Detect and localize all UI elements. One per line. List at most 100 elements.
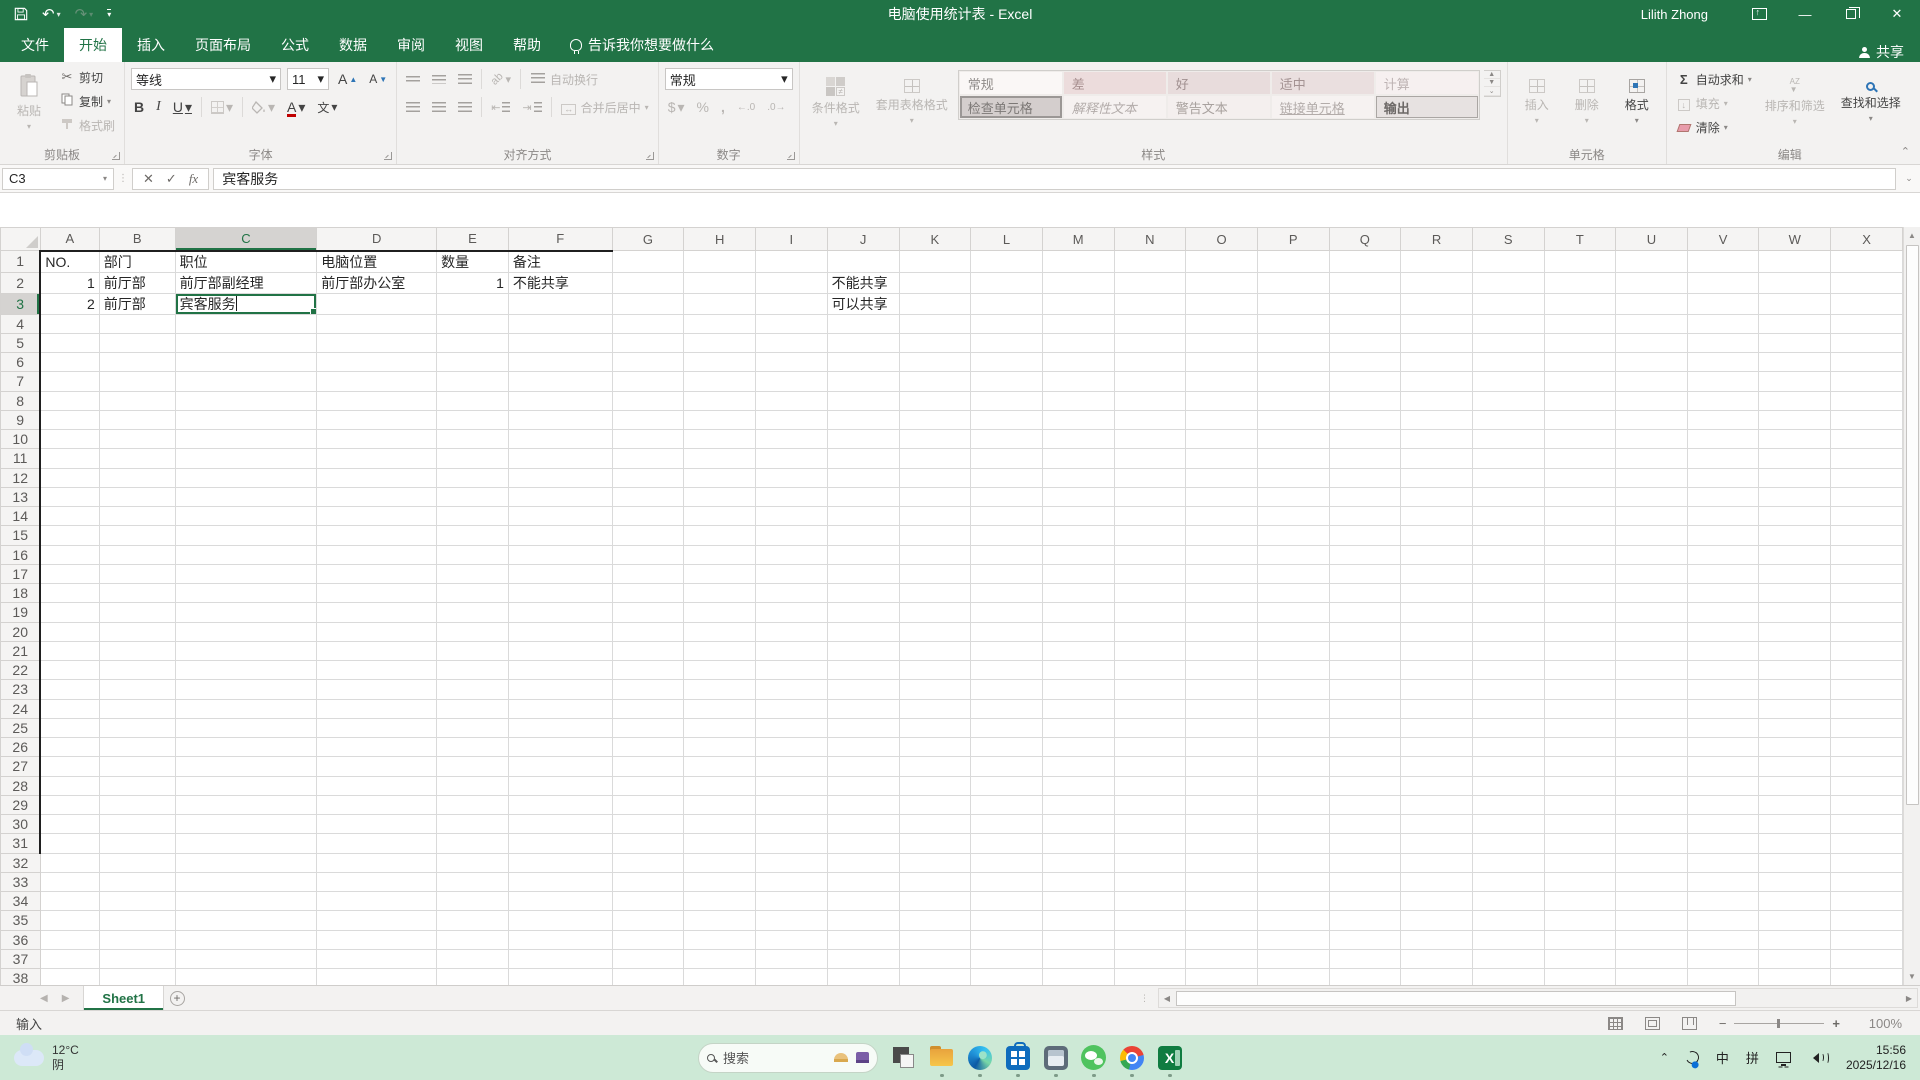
cell-O21[interactable] <box>1185 641 1258 662</box>
cell-L20[interactable] <box>970 622 1043 642</box>
vertical-scroll-thumb[interactable] <box>1905 245 1919 805</box>
cell-T9[interactable] <box>1544 410 1617 431</box>
cell-H9[interactable] <box>683 410 756 431</box>
cell-S1[interactable] <box>1472 250 1545 273</box>
cell-W11[interactable] <box>1758 448 1832 469</box>
column-header-W[interactable]: W <box>1758 227 1832 251</box>
cell-E22[interactable] <box>436 659 509 681</box>
cell-C6[interactable] <box>174 351 318 373</box>
cell-P22[interactable] <box>1257 660 1330 681</box>
cell-S36[interactable] <box>1472 930 1545 950</box>
cell-D15[interactable] <box>316 525 438 546</box>
cell-N5[interactable] <box>1114 333 1187 354</box>
cell-C9[interactable] <box>174 409 318 431</box>
cell-Q27[interactable] <box>1329 756 1402 777</box>
cell-R10[interactable] <box>1400 429 1473 450</box>
cell-I25[interactable] <box>755 718 828 739</box>
cell-L4[interactable] <box>970 314 1043 334</box>
cell-N31[interactable] <box>1114 833 1187 854</box>
cell-J13[interactable] <box>827 487 900 508</box>
cell-T12[interactable] <box>1544 468 1617 488</box>
cell-J22[interactable] <box>827 660 900 681</box>
cell-M32[interactable] <box>1042 853 1115 873</box>
cell-B31[interactable] <box>98 833 176 854</box>
normal-view-icon[interactable] <box>1607 1016 1623 1030</box>
cell-M33[interactable] <box>1042 872 1115 893</box>
cell-P3[interactable] <box>1257 293 1330 315</box>
cell-T19[interactable] <box>1544 602 1617 623</box>
new-sheet-button[interactable]: + <box>164 986 190 1010</box>
cell-F17[interactable] <box>507 563 613 585</box>
cell-M17[interactable] <box>1042 564 1115 585</box>
cell-N10[interactable] <box>1114 429 1187 450</box>
cell-I22[interactable] <box>755 660 828 681</box>
cell-M27[interactable] <box>1042 756 1115 777</box>
cell-O13[interactable] <box>1185 487 1258 508</box>
cell-U8[interactable] <box>1615 391 1688 411</box>
row-header-12[interactable]: 12 <box>0 467 41 488</box>
cell-V14[interactable] <box>1687 506 1760 527</box>
cell-E3[interactable] <box>436 292 509 315</box>
cell-S16[interactable] <box>1472 545 1545 565</box>
cell-H33[interactable] <box>683 872 756 893</box>
cell-G21[interactable] <box>612 641 685 662</box>
scroll-down-arrow[interactable]: ▼ <box>1904 968 1920 985</box>
cell-V3[interactable] <box>1687 293 1760 315</box>
cell-C27[interactable] <box>174 756 318 777</box>
cell-V15[interactable] <box>1687 525 1760 546</box>
cell-A22[interactable] <box>39 659 100 681</box>
cell-style-link[interactable]: 链接单元格 <box>1270 95 1375 119</box>
cell-S7[interactable] <box>1472 371 1545 392</box>
cell-N21[interactable] <box>1114 641 1187 662</box>
cell-G20[interactable] <box>612 622 685 642</box>
cell-A24[interactable] <box>39 698 100 719</box>
cell-L37[interactable] <box>970 949 1043 970</box>
cell-F36[interactable] <box>508 930 613 950</box>
cell-K12[interactable] <box>899 468 972 488</box>
cell-M38[interactable] <box>1042 968 1115 985</box>
cell-P33[interactable] <box>1257 872 1330 893</box>
clipboard-dialog-launcher[interactable] <box>112 152 121 160</box>
cell-I35[interactable] <box>755 910 828 931</box>
cell-F10[interactable] <box>507 428 613 450</box>
minimize-button[interactable]: — <box>1782 0 1828 28</box>
cell-D4[interactable] <box>316 313 438 334</box>
cell-P11[interactable] <box>1257 448 1330 469</box>
cell-G3[interactable] <box>612 293 685 315</box>
cell-F3[interactable] <box>507 292 613 315</box>
cell-T13[interactable] <box>1544 487 1617 508</box>
cell-P32[interactable] <box>1257 853 1330 873</box>
tab-插入[interactable]: 插入 <box>122 27 180 62</box>
cell-X8[interactable] <box>1830 391 1903 411</box>
tab-审阅[interactable]: 审阅 <box>382 27 440 62</box>
cell-V24[interactable] <box>1687 699 1760 719</box>
cell-I11[interactable] <box>755 448 828 469</box>
cell-M31[interactable] <box>1042 833 1115 854</box>
cell-P8[interactable] <box>1257 391 1330 411</box>
cell-W31[interactable] <box>1758 833 1832 854</box>
cell-I38[interactable] <box>755 968 828 985</box>
cell-W35[interactable] <box>1758 910 1832 931</box>
cell-Q12[interactable] <box>1329 468 1402 488</box>
cell-P16[interactable] <box>1257 545 1330 565</box>
horizontal-scrollbar[interactable]: ◀ ▶ <box>1158 988 1918 1008</box>
cell-M35[interactable] <box>1042 910 1115 931</box>
column-header-N[interactable]: N <box>1113 227 1187 251</box>
delete-cells-button[interactable]: 删除 ▾ <box>1564 66 1610 138</box>
cell-A5[interactable] <box>39 332 100 354</box>
name-box[interactable]: C3 ▾ <box>2 167 114 190</box>
cell-F35[interactable] <box>508 910 613 931</box>
cell-E8[interactable] <box>436 390 509 411</box>
undo-button[interactable]: ↶ ▾ <box>42 5 61 23</box>
row-header-24[interactable]: 24 <box>0 698 41 719</box>
cell-N4[interactable] <box>1114 314 1187 334</box>
cell-P10[interactable] <box>1257 429 1330 450</box>
cell-P21[interactable] <box>1257 641 1330 662</box>
cell-C4[interactable] <box>174 313 318 334</box>
cell-N7[interactable] <box>1114 371 1187 392</box>
cell-E38[interactable] <box>436 968 509 985</box>
cell-R28[interactable] <box>1400 776 1473 796</box>
cell-D18[interactable] <box>316 582 438 604</box>
cell-D30[interactable] <box>316 813 438 835</box>
task-view-button[interactable] <box>891 1045 916 1070</box>
